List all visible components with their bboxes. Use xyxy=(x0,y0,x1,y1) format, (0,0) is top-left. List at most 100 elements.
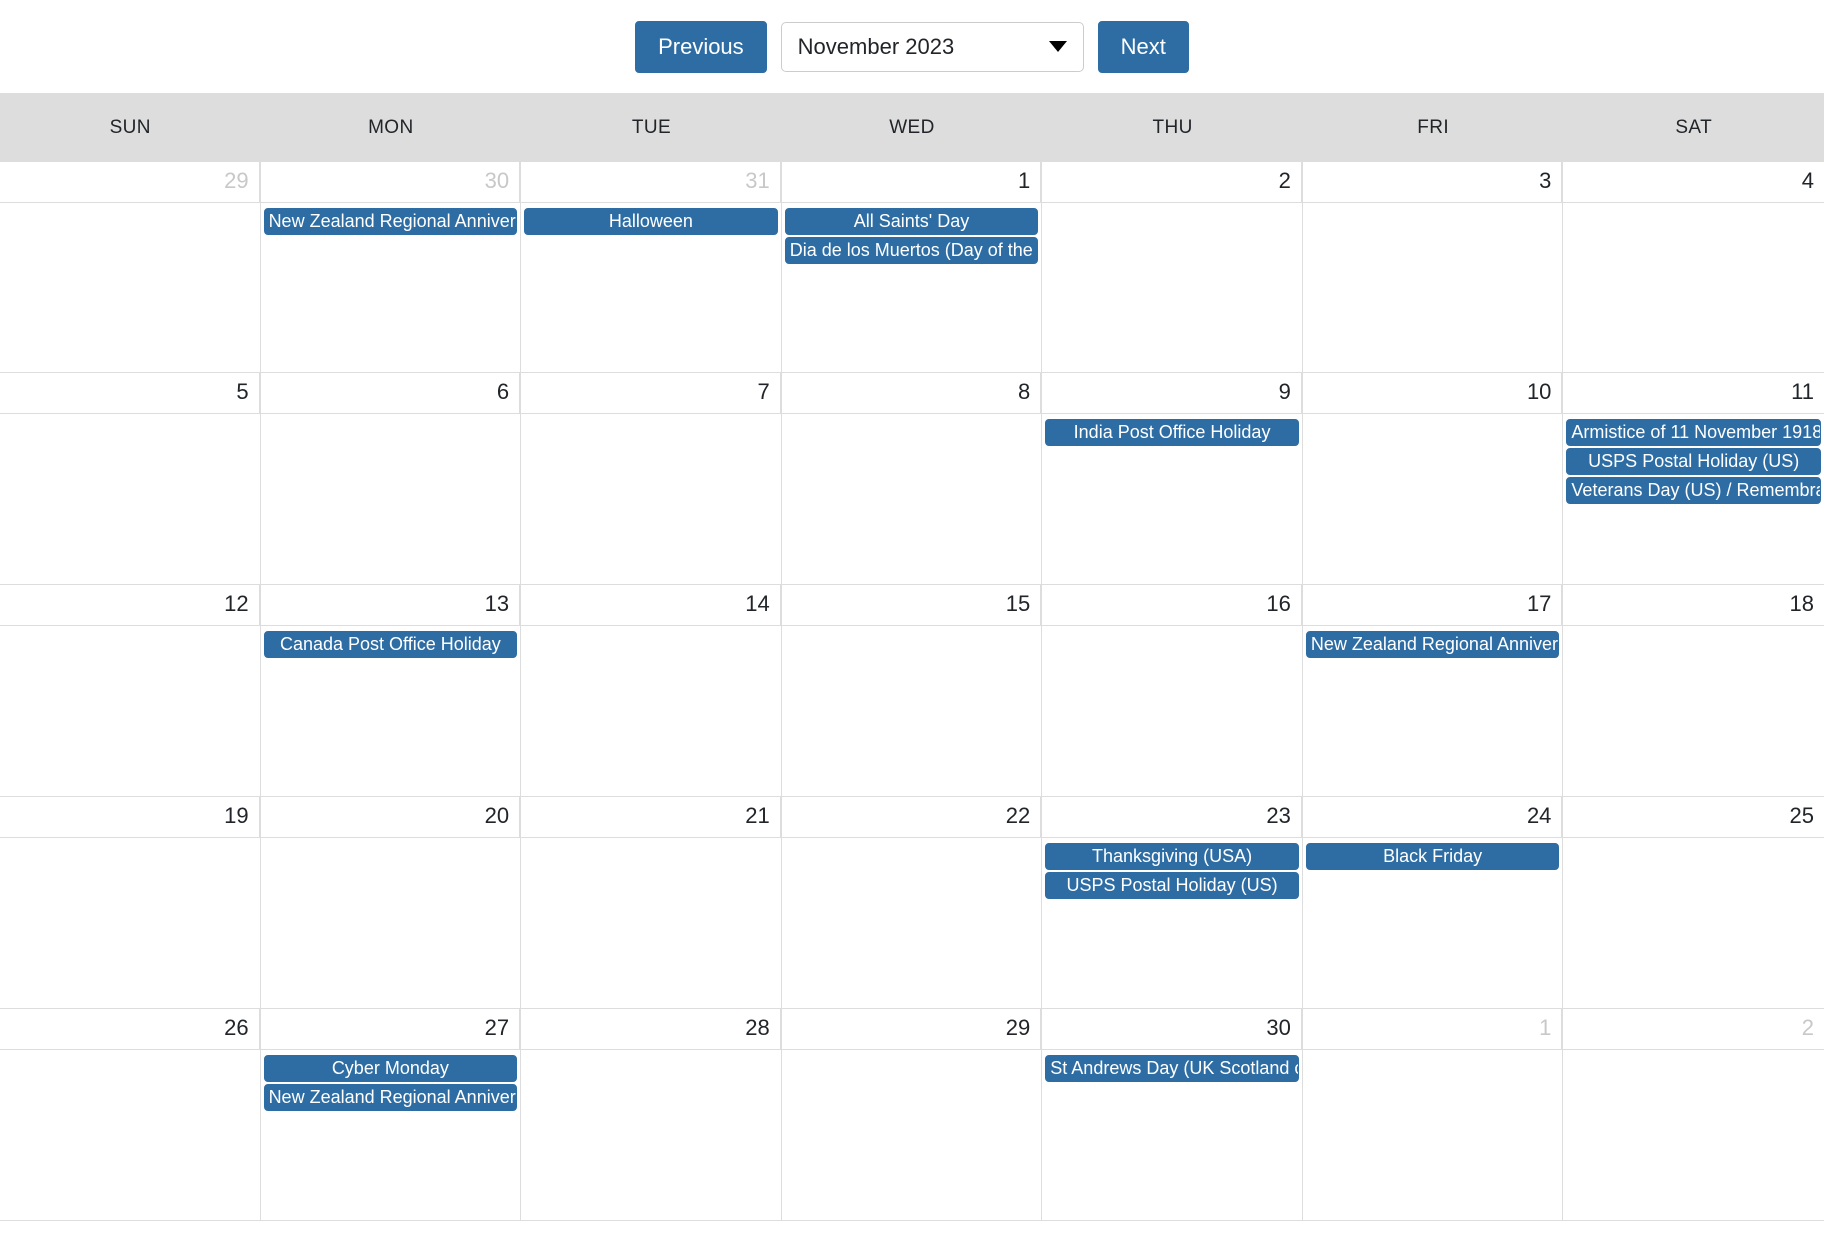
next-month-button[interactable]: Next xyxy=(1097,20,1189,73)
day-events: India Post Office Holiday xyxy=(1042,414,1302,446)
calendar-event[interactable]: Halloween xyxy=(524,208,778,235)
calendar-day-cell[interactable]: 29 xyxy=(0,162,261,372)
calendar-event[interactable]: St Andrews Day (UK Scotland on xyxy=(1045,1055,1299,1082)
calendar-day-cell[interactable]: 14 xyxy=(521,585,782,796)
calendar-event[interactable]: New Zealand Regional Annivers xyxy=(1305,631,1560,658)
day-number: 2 xyxy=(1563,1009,1824,1050)
calendar-event[interactable]: All Saints' Day xyxy=(784,208,1039,235)
day-number: 3 xyxy=(1302,162,1563,203)
calendar-event[interactable]: Black Friday xyxy=(1305,843,1560,870)
day-number: 19 xyxy=(0,797,260,838)
day-events xyxy=(1042,203,1302,208)
day-events: New Zealand Regional Annivers xyxy=(1303,626,1563,658)
calendar-day-cell[interactable]: 28 xyxy=(521,1009,782,1220)
calendar-day-cell[interactable]: 1 All Saints' Day Dia de los Muertos (Day … xyxy=(781,162,1043,372)
day-number: 27 xyxy=(260,1009,521,1050)
day-events xyxy=(521,1050,781,1055)
month-select[interactable]: November 2023 xyxy=(780,21,1084,72)
calendar-day-cell[interactable]: 18 xyxy=(1563,585,1824,796)
previous-month-button[interactable]: Previous xyxy=(635,20,767,73)
day-number: 9 xyxy=(1042,373,1302,414)
day-number: 14 xyxy=(521,585,781,626)
calendar-day-cell[interactable]: 8 xyxy=(781,373,1043,584)
day-events xyxy=(1563,626,1824,631)
calendar-event[interactable]: Canada Post Office Holiday xyxy=(263,631,518,658)
weekday-header-wed: WED xyxy=(889,116,935,138)
day-events: Thanksgiving (USA) USPS Postal Holiday (U… xyxy=(1042,838,1302,899)
day-events xyxy=(782,414,1042,419)
weekday-header-fri: FRI xyxy=(1417,116,1450,138)
day-number: 22 xyxy=(781,797,1042,838)
day-number: 28 xyxy=(521,1009,781,1050)
calendar-day-cell[interactable]: 19 xyxy=(0,797,261,1008)
day-events xyxy=(0,203,260,208)
day-number: 8 xyxy=(781,373,1042,414)
day-number: 31 xyxy=(521,162,781,203)
calendar-day-cell[interactable]: 25 xyxy=(1563,797,1824,1008)
weekday-header-row: SUN MON TUE WED THU FRI SAT xyxy=(0,94,1824,161)
calendar-day-cell[interactable]: 4 xyxy=(1563,162,1824,372)
calendar-day-cell[interactable]: 11 Armistice of 11 November 1918 USPS Post… xyxy=(1563,373,1824,584)
day-number: 20 xyxy=(260,797,521,838)
calendar-day-cell[interactable]: 3 xyxy=(1302,162,1564,372)
calendar-day-cell[interactable]: 13 Canada Post Office Holiday xyxy=(260,585,522,796)
day-events xyxy=(521,414,781,419)
calendar-week-row: 26 27 Cyber Monday New Zealand Regional Ann… xyxy=(0,1009,1824,1221)
calendar-event[interactable]: USPS Postal Holiday (US) xyxy=(1566,448,1821,475)
day-number: 21 xyxy=(521,797,781,838)
day-events xyxy=(261,838,521,843)
day-events xyxy=(1563,838,1824,843)
calendar-day-cell[interactable]: 20 xyxy=(260,797,522,1008)
weekday-header-thu: THU xyxy=(1152,116,1193,138)
day-events: Canada Post Office Holiday xyxy=(261,626,521,658)
calendar-day-cell[interactable]: 6 xyxy=(260,373,522,584)
calendar-day-cell[interactable]: 5 xyxy=(0,373,261,584)
day-events: Armistice of 11 November 1918 USPS Postal… xyxy=(1563,414,1824,504)
calendar-event[interactable]: USPS Postal Holiday (US) xyxy=(1045,872,1299,899)
day-events: Black Friday xyxy=(1303,838,1563,870)
calendar-day-cell[interactable]: 24 Black Friday xyxy=(1302,797,1564,1008)
day-number: 13 xyxy=(260,585,521,626)
calendar-event[interactable]: India Post Office Holiday xyxy=(1045,419,1299,446)
day-number: 29 xyxy=(781,1009,1042,1050)
calendar-day-cell[interactable]: 2 xyxy=(1042,162,1303,372)
day-events xyxy=(521,838,781,843)
calendar-day-cell[interactable]: 26 xyxy=(0,1009,261,1220)
calendar-day-cell[interactable]: 23 Thanksgiving (USA) USPS Postal Holiday … xyxy=(1042,797,1303,1008)
day-events xyxy=(782,626,1042,631)
calendar-day-cell[interactable]: 15 xyxy=(781,585,1043,796)
month-select-value: November 2023 xyxy=(797,33,955,59)
day-events xyxy=(1042,626,1302,631)
calendar-day-cell[interactable]: 12 xyxy=(0,585,261,796)
day-events: Cyber Monday New Zealand Regional Anniver… xyxy=(261,1050,521,1111)
calendar-event[interactable]: Veterans Day (US) / Remembrar xyxy=(1566,477,1821,504)
day-events xyxy=(1303,203,1563,208)
calendar-event[interactable]: Thanksgiving (USA) xyxy=(1045,843,1299,870)
calendar-day-cell[interactable]: 30 St Andrews Day (UK Scotland on xyxy=(1042,1009,1303,1220)
calendar-day-cell[interactable]: 31 Halloween xyxy=(521,162,782,372)
calendar-day-cell[interactable]: 21 xyxy=(521,797,782,1008)
calendar-toolbar: Previous November 2023 Next xyxy=(0,0,1824,93)
day-events xyxy=(1563,203,1824,208)
calendar-day-cell[interactable]: 1 xyxy=(1302,1009,1564,1220)
calendar-day-cell[interactable]: 22 xyxy=(781,797,1043,1008)
calendar-event[interactable]: New Zealand Regional Annivers xyxy=(263,208,518,235)
calendar-day-cell[interactable]: 10 xyxy=(1302,373,1564,584)
day-events xyxy=(782,838,1042,843)
calendar-event[interactable]: New Zealand Regional Annivers xyxy=(263,1084,518,1111)
calendar-day-cell[interactable]: 2 xyxy=(1563,1009,1824,1220)
calendar-day-cell[interactable]: 29 xyxy=(781,1009,1043,1220)
calendar-day-cell[interactable]: 16 xyxy=(1042,585,1303,796)
calendar-event[interactable]: Dia de los Muertos (Day of the D xyxy=(784,237,1039,264)
calendar-day-cell[interactable]: 30 New Zealand Regional Annivers xyxy=(260,162,522,372)
calendar-event[interactable]: Armistice of 11 November 1918 xyxy=(1566,419,1821,446)
calendar-day-cell[interactable]: 7 xyxy=(521,373,782,584)
calendar-week-row: 29 30 New Zealand Regional Annivers 31 Hallo… xyxy=(0,161,1824,373)
day-events xyxy=(782,1050,1042,1055)
calendar-day-cell[interactable]: 27 Cyber Monday New Zealand Regional Anniv… xyxy=(260,1009,522,1220)
calendar-event[interactable]: Cyber Monday xyxy=(263,1055,518,1082)
calendar-grid: SUN MON TUE WED THU FRI SAT 29 30 New Zeal… xyxy=(0,93,1824,1221)
calendar-day-cell[interactable]: 17 New Zealand Regional Annivers xyxy=(1302,585,1564,796)
calendar-day-cell[interactable]: 9 India Post Office Holiday xyxy=(1042,373,1303,584)
day-number: 25 xyxy=(1563,797,1824,838)
